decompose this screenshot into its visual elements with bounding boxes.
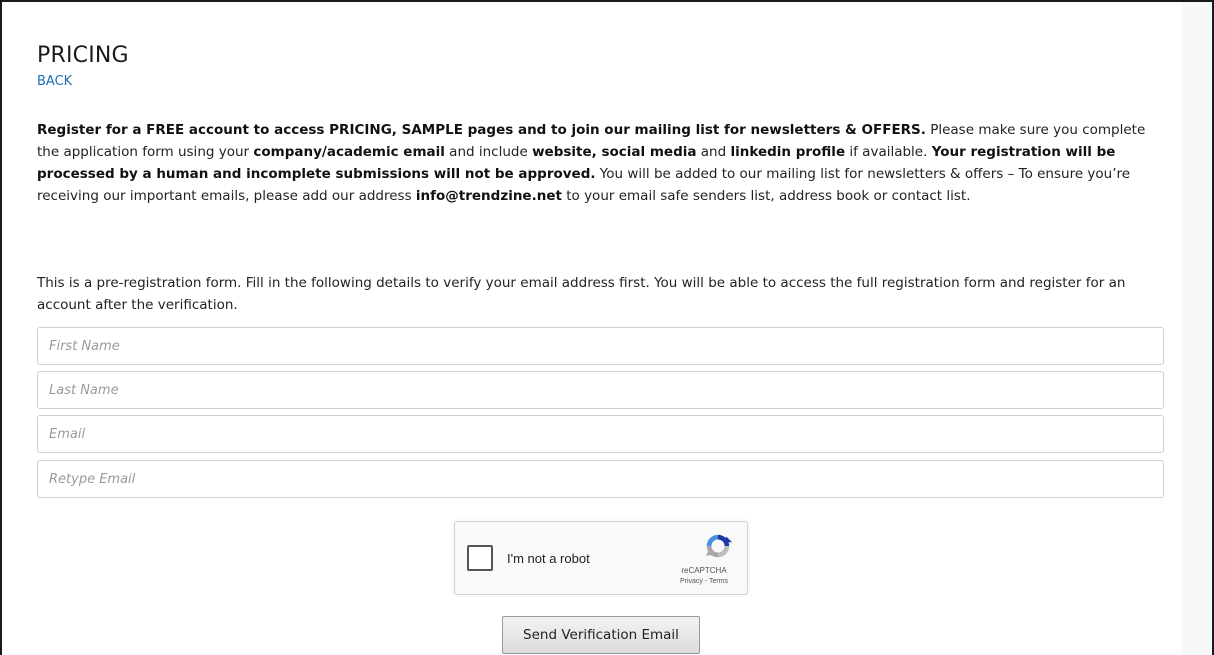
- intro-text-4: if available.: [845, 144, 932, 160]
- recaptcha-links: Privacy - Terms: [669, 578, 739, 585]
- first-name-input[interactable]: [37, 327, 1164, 365]
- recaptcha-terms-link[interactable]: Terms: [709, 578, 728, 585]
- page-frame: PRICING BACK Register for a FREE account…: [0, 0, 1214, 655]
- intro-text-2: and include: [444, 144, 533, 160]
- email-input[interactable]: [37, 415, 1164, 453]
- recaptcha-brand: reCAPTCHA: [681, 566, 727, 575]
- recaptcha-privacy-link[interactable]: Privacy: [680, 578, 703, 585]
- page-title: PRICING: [37, 43, 129, 68]
- last-name-input[interactable]: [37, 371, 1164, 409]
- send-verification-email-button[interactable]: Send Verification Email: [502, 616, 700, 654]
- recaptcha-checkbox[interactable]: [467, 545, 493, 571]
- intro-bold-email-type: company/academic email: [253, 144, 445, 160]
- intro-text-6: to your email safe senders list, address…: [561, 188, 971, 204]
- recaptcha-label: I'm not a robot: [507, 551, 590, 566]
- intro-bold-register: Register for a FREE account to access PR…: [37, 122, 926, 138]
- intro-bold-website: website, social media: [532, 144, 697, 160]
- back-link[interactable]: BACK: [37, 74, 72, 89]
- intro-text-3: and: [696, 144, 731, 160]
- retype-email-input[interactable]: [37, 460, 1164, 498]
- recaptcha-logo-icon: [705, 534, 733, 558]
- intro-bold-address: info@trendzine.net: [415, 188, 562, 204]
- intro-paragraph: Register for a FREE account to access PR…: [37, 119, 1165, 207]
- preregistration-note: This is a pre-registration form. Fill in…: [37, 275, 1126, 313]
- recaptcha-widget: I'm not a robot reCAPTCHA Privacy - Term…: [454, 521, 748, 595]
- right-sidebar-strip: [1182, 2, 1212, 655]
- intro-bold-linkedin: linkedin profile: [730, 144, 846, 160]
